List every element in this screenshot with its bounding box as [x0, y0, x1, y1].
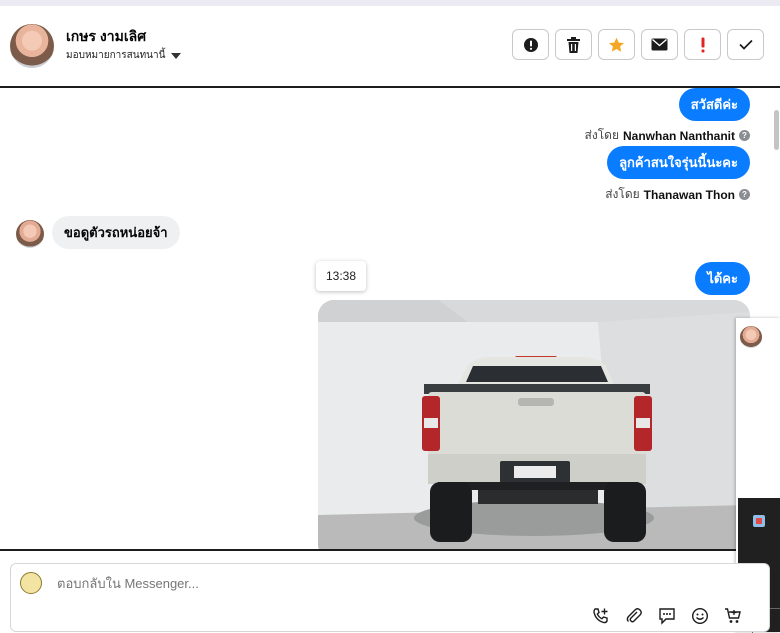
smiley-icon [691, 607, 709, 625]
done-button[interactable] [727, 29, 764, 60]
outgoing-message[interactable]: ลูกค้าสนใจรุ่นนี้นะคะ [607, 146, 750, 179]
caret-down-icon [171, 52, 182, 59]
header-actions [512, 29, 764, 60]
sent-by-label: ส่งโดย Nanwhan Nanthanit ? [585, 126, 750, 145]
spam-button[interactable] [684, 29, 721, 60]
sent-by-prefix: ส่งโดย [584, 128, 619, 142]
message-thread[interactable]: สวัสดีค่ะ ส่งโดย Nanwhan Nanthanit ? ลูก… [0, 86, 780, 551]
mark-unread-button[interactable] [641, 29, 678, 60]
phone-add-icon [593, 608, 608, 624]
check-icon [738, 39, 753, 50]
attach-button[interactable] [624, 606, 644, 626]
outgoing-message[interactable]: ได้คะ [695, 262, 750, 295]
alert-circle-icon [523, 37, 538, 52]
emoji-button[interactable] [690, 606, 710, 626]
outgoing-message[interactable]: สวัสดีค่ะ [678, 88, 750, 121]
thread-scrollbar[interactable] [774, 110, 779, 150]
conversation-header: เกษร งามเลิศ มอบหมายการสนทนานี้ [0, 6, 780, 86]
chat-bubble-icon [659, 608, 675, 625]
cart-add-icon [725, 608, 741, 623]
alert-button[interactable] [512, 29, 549, 60]
assign-label: มอบหมายการสนทนานี้ [66, 50, 166, 61]
call-button[interactable] [591, 606, 611, 626]
delete-button[interactable] [555, 29, 592, 60]
sent-by-name: Thanawan Thon [643, 187, 735, 202]
reply-composer [10, 563, 770, 632]
contact-avatar[interactable] [10, 24, 54, 68]
exclamation-icon [701, 37, 704, 52]
sent-by-name: Nanwhan Nanthanit [622, 128, 735, 143]
paperclip-icon [626, 608, 642, 623]
timestamp-tooltip: 13:38 [316, 261, 367, 291]
star-button[interactable] [598, 29, 635, 60]
contact-avatar-small [16, 220, 44, 248]
reply-input[interactable] [55, 575, 235, 592]
contact-name[interactable]: เกษร งามเลิศ [66, 26, 146, 48]
incoming-message[interactable]: ขอดูตัวรถหน่อยจ้า [52, 216, 180, 249]
star-icon [608, 37, 625, 52]
help-icon[interactable]: ? [739, 130, 750, 141]
assign-conversation-dropdown[interactable]: มอบหมายการสนทนานี้ [66, 48, 182, 63]
preview-avatar [740, 326, 762, 348]
pickup-truck-photo[interactable] [318, 300, 750, 549]
envelope-icon [651, 38, 668, 51]
trash-icon [567, 36, 580, 53]
sent-by-label: ส่งโดย Thanawan Thon ? [605, 185, 750, 204]
sent-by-prefix: ส่งโดย [605, 187, 640, 201]
composer-tools [591, 606, 743, 626]
page-logo-avatar [20, 572, 42, 594]
help-icon[interactable]: ? [739, 189, 750, 200]
add-to-cart-button[interactable] [723, 606, 743, 626]
app-icon [753, 515, 765, 527]
saved-replies-button[interactable] [657, 606, 677, 626]
